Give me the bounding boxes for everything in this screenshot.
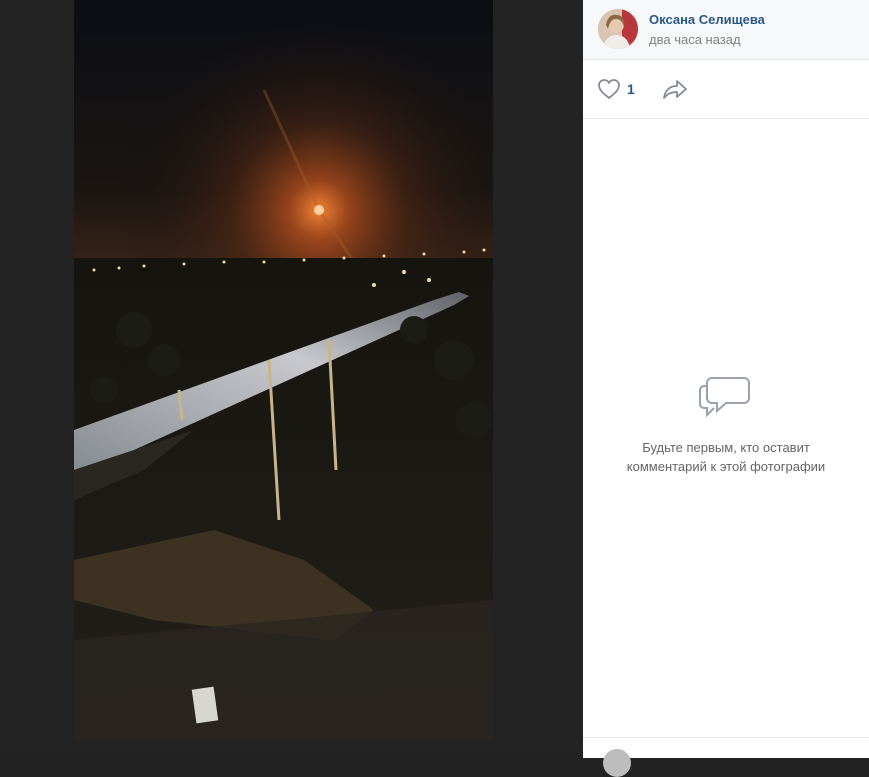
author-avatar[interactable] [598, 9, 638, 49]
post-actions: 1 [583, 60, 869, 119]
heart-icon [598, 79, 620, 100]
moon [314, 205, 324, 215]
like-button[interactable]: 1 [597, 77, 635, 101]
night-landscape-image [74, 0, 493, 741]
current-user-avatar [603, 749, 631, 777]
post-time[interactable]: два часа назад [649, 32, 741, 47]
side-panel: Оксана Селищева два часа назад 1 Будьте … [583, 0, 869, 777]
share-button[interactable] [661, 77, 689, 101]
empty-comments: Будьте первым, кто оставит комментарий к… [583, 370, 869, 476]
photo-viewer [0, 0, 583, 757]
like-count: 1 [627, 81, 635, 97]
comment-composer [583, 737, 869, 777]
empty-comments-text: Будьте первым, кто оставит комментарий к… [616, 438, 836, 476]
empty-text-line1: Будьте первым, кто оставит [642, 440, 810, 455]
author-name[interactable]: Оксана Селищева [649, 12, 765, 27]
comments-icon [699, 377, 750, 418]
post-header: Оксана Селищева два часа назад [583, 0, 869, 60]
empty-text-line2: комментарий к этой фотографии [626, 459, 826, 474]
share-arrow-icon [663, 80, 687, 99]
photo[interactable] [74, 0, 493, 741]
